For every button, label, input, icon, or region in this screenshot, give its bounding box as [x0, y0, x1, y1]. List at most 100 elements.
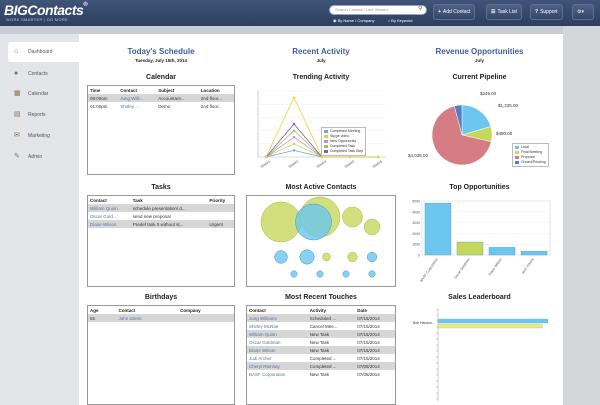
checklist-icon: ☰ — [491, 9, 496, 15]
slice-label: $245.00 — [480, 91, 497, 96]
table-row[interactable]: 01:00pm Shirley ... Demo 2nd floor... — [88, 102, 234, 110]
pipeline-widget-title: Current Pipeline — [452, 74, 507, 81]
table-row[interactable]: Jung Williams Scheduled ... 07/15/2014 — [247, 314, 395, 322]
schedule-date: Tuesday, July 15th, 2014 — [134, 58, 188, 63]
bubble — [316, 270, 324, 278]
bubble — [342, 206, 363, 228]
settings-button[interactable]: ⚙▾ — [572, 4, 594, 20]
trending-widget-title: Trending Activity — [292, 74, 350, 81]
bubble — [322, 252, 331, 262]
trending-chart: Week1 Week2 Week3 Week4 Week5 Completed Meet… — [246, 85, 396, 175]
bubble — [342, 270, 350, 278]
tasks-table: Contact Task Priority William Quinn schedul… — [88, 196, 234, 228]
calendar-table: Time Contact Subject Location 08:00am Jung W… — [88, 86, 234, 110]
bubble — [347, 251, 358, 263]
right-gutter — [563, 26, 600, 405]
y-tick-label: 1000 — [412, 243, 420, 247]
bar — [456, 241, 484, 256]
y-tick-label: 3000 — [412, 221, 420, 225]
x-tick-label: Week3 — [316, 159, 327, 169]
x-tick-label: Arch Intexts — [521, 257, 535, 275]
table-row[interactable]: 08:00am Jung Willi... Accountant... 2nd flo… — [88, 94, 234, 102]
revenue-sub: July — [474, 58, 484, 63]
bubble — [366, 251, 378, 263]
bar — [437, 323, 543, 329]
data-point — [292, 142, 296, 145]
add-contact-button[interactable]: + Add Contact — [433, 4, 476, 20]
data-point — [264, 155, 268, 159]
y-tick-label: 0 — [418, 254, 420, 258]
slice-label: $4,035.00 — [408, 153, 429, 158]
active-contacts-chart — [246, 195, 396, 287]
active-widget-title: Most Active Contacts — [285, 184, 357, 191]
leaderboard-svg: Bob Hanson... — [413, 308, 549, 401]
table-row[interactable]: William Quinn New Task 07/15/2014 — [247, 330, 395, 338]
birthdays-panel: Age Contact Company 55 John Glenn — [87, 305, 235, 405]
data-point — [320, 155, 324, 159]
bar — [424, 202, 452, 256]
data-point — [292, 122, 296, 126]
sidebar-item-dashboard[interactable]: ⌂ Dashboard — [8, 42, 79, 62]
data-point — [292, 129, 296, 132]
table-row[interactable]: Shirley McRae Cancel Mee... 07/15/2014 — [247, 322, 395, 330]
search-input[interactable]: Search Contact / Last Viewed — [329, 5, 427, 15]
radio-name-company[interactable]: ◉ By Name / Company — [333, 18, 381, 23]
touches-table: Contact Activity Date Jung Williams Schedul… — [247, 306, 395, 378]
tagline: WORK SMARTER | DO MORE — [6, 17, 69, 22]
sidebar-item-marketing[interactable]: ✉ Marketing — [0, 126, 79, 146]
x-tick-label: Week5 — [372, 159, 383, 169]
table-row[interactable]: Cheryl Ramsay Completed ... 07/08/2014 — [247, 362, 395, 370]
sidebar-item-contacts[interactable]: ● Contacts — [0, 64, 79, 84]
sidebar-item-calendar[interactable]: ▦ Calendar — [0, 84, 79, 104]
bubble — [274, 250, 288, 264]
x-tick-label: Diane Wilson — [488, 257, 503, 276]
table-row[interactable]: Diane Wilson Predef task 0 without st... U… — [88, 220, 234, 228]
dashboard-main: Today's Schedule Tuesday, July 15th, 201… — [79, 34, 563, 405]
table-row[interactable]: BASF Corporation New Task 07/08/2014 — [247, 370, 395, 378]
support-button[interactable]: ? Support — [530, 4, 563, 20]
table-row[interactable]: 55 John Glenn — [88, 314, 234, 322]
sidebar-item-admin[interactable]: ✎ Admin — [0, 147, 79, 167]
activity-sub: July — [316, 58, 326, 63]
table-row[interactable]: Oscar Gold... send new proposal — [88, 212, 234, 220]
logo[interactable]: BIGContacts® — [4, 2, 88, 18]
task-list-button[interactable]: ☰ Task List — [486, 4, 522, 20]
top-opportunities-svg: 0 1000 2000 3000 4000 5000 BASF Corporation Osc… — [412, 200, 551, 283]
data-point — [292, 96, 296, 99]
bubble — [368, 270, 376, 278]
leaderboard-widget-title: Sales Leaderboard — [448, 294, 511, 301]
table-row[interactable]: Judi Archer Completed ... 07/15/2014 — [247, 354, 395, 362]
plus-icon: + — [438, 9, 441, 15]
trending-legend: Completed Meeting Skype video New Opport… — [321, 127, 367, 156]
top-opportunities-chart: 0 1000 2000 3000 4000 5000 BASF Corporation Osc… — [406, 195, 553, 287]
search-options: ◉ By Name / Company ○ By Keyword — [333, 18, 425, 23]
data-point — [348, 155, 352, 159]
revenue-title: Revenue Opportunities — [435, 47, 524, 56]
radio-keyword[interactable]: ○ By Keyword — [388, 18, 419, 23]
search-icon[interactable]: ⚲ — [418, 5, 422, 12]
bar — [437, 318, 549, 324]
sidebar-item-reports[interactable]: ▤ Reports — [0, 105, 79, 125]
active-contacts-svg — [260, 196, 381, 278]
x-tick-label: Week1 — [260, 159, 271, 169]
data-point — [292, 136, 296, 139]
y-tick-label: 4000 — [412, 210, 420, 214]
data-point — [376, 155, 380, 159]
bubble — [260, 201, 302, 243]
bar — [520, 251, 548, 256]
category-label: Bob Hanson... — [413, 321, 435, 325]
calendar-panel: Time Contact Subject Location 08:00am Jung W… — [87, 85, 235, 175]
top-bar: BIGContacts® WORK SMARTER | DO MORE Sear… — [0, 0, 600, 26]
gear-icon: ⚙▾ — [577, 9, 584, 15]
admin-icon: ✎ — [14, 153, 20, 160]
table-row[interactable]: Oscar Goldman New Task 07/15/2014 — [247, 338, 395, 346]
person-icon: ● — [14, 70, 19, 77]
bubble — [290, 270, 298, 278]
bubble — [295, 203, 332, 241]
slice-label: $490.00 — [496, 131, 513, 136]
table-row[interactable]: Diane Wilson New Task 07/15/2014 — [247, 346, 395, 354]
bar — [488, 247, 516, 256]
y-tick-label: 5000 — [412, 200, 420, 204]
table-row[interactable]: William Quinn schedule presentation/ d... — [88, 204, 234, 212]
top-widget-title: Top Opportunities — [449, 184, 510, 191]
